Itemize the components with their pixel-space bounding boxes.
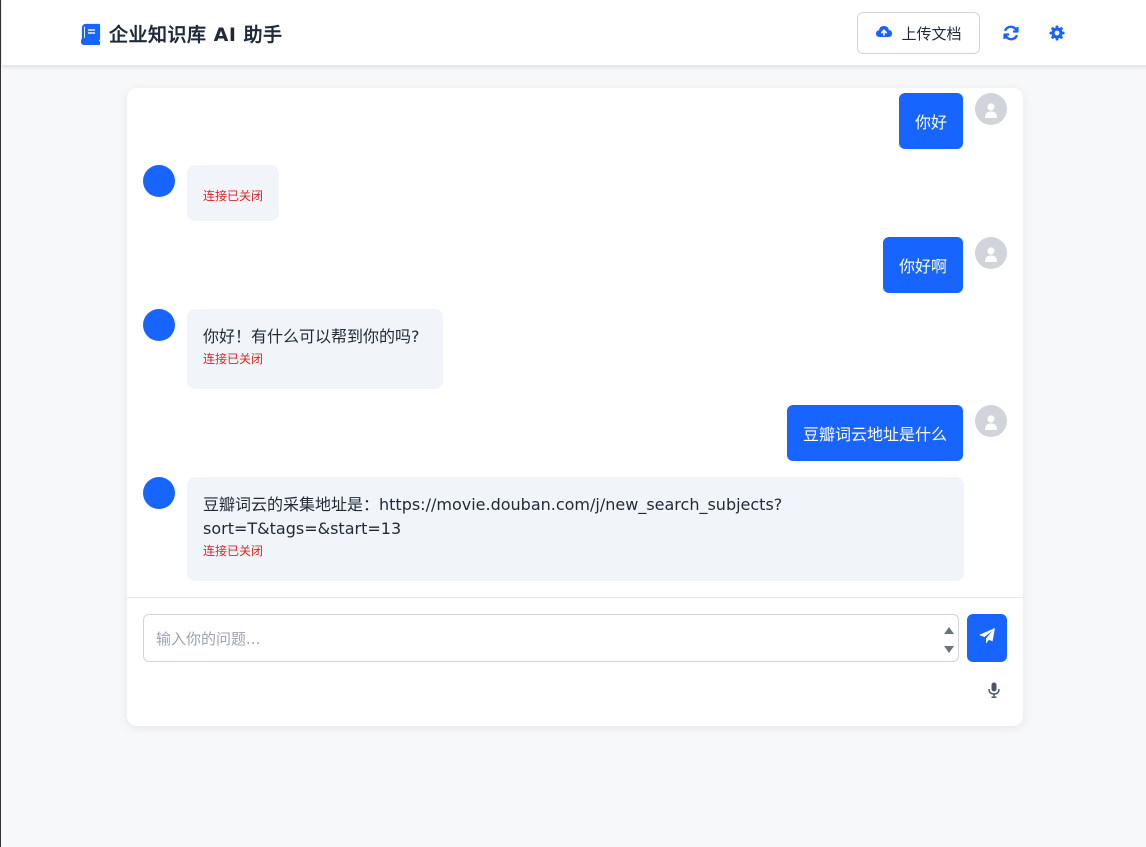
question-input[interactable] — [144, 615, 944, 661]
input-scrollbar[interactable] — [943, 617, 955, 659]
send-icon — [978, 627, 996, 649]
message-text: 你好！有什么可以帮到你的吗? — [203, 327, 420, 346]
user-avatar — [975, 93, 1007, 125]
assistant-message: 你好！有什么可以帮到你的吗? 连接已关闭 — [187, 309, 443, 389]
cloud-upload-icon — [875, 24, 893, 42]
app-title: 企业知识库 AI 助手 — [109, 24, 283, 46]
user-icon — [984, 99, 998, 125]
message-text: 豆瓣词云地址是什么 — [802, 425, 947, 444]
send-button[interactable] — [967, 614, 1007, 662]
connection-status: 连接已关闭 — [203, 189, 264, 203]
upload-label: 上传文档 — [901, 24, 962, 43]
user-avatar — [975, 237, 1007, 269]
message-text: 你好 — [914, 113, 947, 132]
assistant-avatar — [143, 477, 175, 509]
message-text: 豆瓣词云的采集地址是：https://movie.douban.com/j/ne… — [203, 493, 948, 541]
user-message: 豆瓣词云地址是什么 — [786, 405, 963, 461]
message-line: sort=T&tags=&start=13 — [203, 519, 402, 538]
chat-panel: 你好 连接已关闭 你好啊 你好！有什么可以帮到你的吗? 连接已关闭 豆瓣词云地址… — [127, 88, 1023, 726]
connection-status: 连接已关闭 — [203, 544, 264, 558]
scroll-down-arrow-icon[interactable] — [944, 638, 954, 657]
upload-document-button[interactable]: 上传文档 — [857, 12, 980, 54]
assistant-avatar — [143, 309, 175, 341]
connection-status: 连接已关闭 — [203, 352, 264, 366]
user-avatar — [975, 405, 1007, 437]
user-message: 你好啊 — [882, 237, 963, 293]
assistant-message: 连接已关闭 — [187, 165, 279, 221]
question-input-box — [143, 614, 959, 662]
assistant-message: 豆瓣词云的采集地址是：https://movie.douban.com/j/ne… — [187, 477, 964, 581]
scroll-up-arrow-icon[interactable] — [944, 619, 954, 638]
message-line: 豆瓣词云的采集地址是：https://movie.douban.com/j/ne… — [203, 495, 783, 514]
book-icon — [79, 23, 101, 45]
message-text: 你好啊 — [898, 257, 947, 276]
refresh-icon[interactable] — [1002, 24, 1020, 42]
composer-divider — [127, 597, 1023, 598]
microphone-icon[interactable] — [987, 682, 1001, 698]
user-message: 你好 — [898, 93, 963, 149]
assistant-avatar — [143, 165, 175, 197]
brand: 企业知识库 AI 助手 — [79, 20, 283, 47]
top-header: 企业知识库 AI 助手 上传文档 — [2, 0, 1146, 66]
gear-icon[interactable] — [1048, 24, 1066, 42]
user-icon — [984, 411, 998, 437]
user-icon — [984, 243, 998, 269]
